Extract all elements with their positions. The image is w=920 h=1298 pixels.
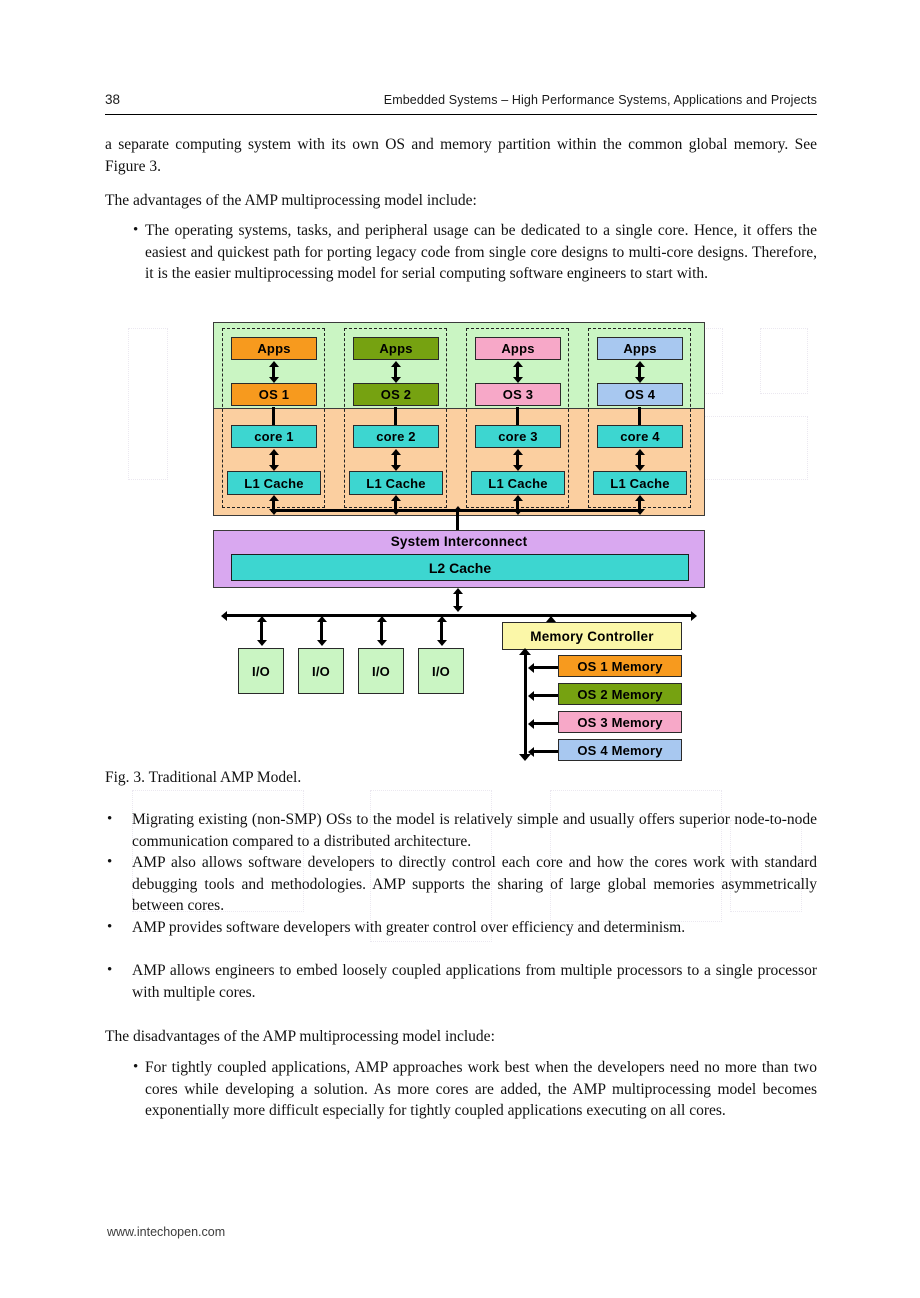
- io-block-3: I/O: [358, 648, 404, 694]
- page-number: 38: [105, 92, 121, 107]
- arrow-os-core-1: [272, 407, 275, 425]
- arrow-os-core-4: [638, 407, 641, 425]
- list-item: • Migrating existing (non-SMP) OSs to th…: [107, 809, 817, 852]
- l1-cache-block-4: L1 Cache: [593, 471, 687, 495]
- running-head: 38 Embedded Systems – High Performance S…: [105, 92, 817, 107]
- l1-cache-block-3: L1 Cache: [471, 471, 565, 495]
- memory-block-2: OS 2 Memory: [558, 683, 682, 705]
- list-item: • AMP provides software developers with …: [107, 917, 817, 939]
- memory-spine-arrow-up: [519, 648, 531, 655]
- l1-cache-block-2: L1 Cache: [349, 471, 443, 495]
- arrow-l1-bus-3: [516, 501, 519, 509]
- advantages-lead: The advantages of the AMP multiprocessin…: [105, 192, 477, 209]
- document-page: 38 Embedded Systems – High Performance S…: [0, 0, 920, 1298]
- footer-url[interactable]: www.intechopen.com: [107, 1225, 225, 1239]
- arrow-memory-1: [534, 666, 558, 669]
- header-rule: [105, 114, 817, 115]
- arrow-bus-io-4: [440, 622, 443, 640]
- apps-block-2: Apps: [353, 337, 439, 360]
- arrow-apps-os-3: [516, 367, 519, 377]
- arrow-memory-2: [534, 694, 558, 697]
- apps-block-4: Apps: [597, 337, 683, 360]
- list-item: • For tightly coupled applications, AMP …: [133, 1057, 817, 1122]
- l1-cache-block-1: L1 Cache: [227, 471, 321, 495]
- figure-caption: Fig. 3. Traditional AMP Model.: [105, 769, 302, 786]
- arrow-bus-io-3: [380, 622, 383, 640]
- io-block-2: I/O: [298, 648, 344, 694]
- l2-cache-block: L2 Cache: [231, 554, 689, 581]
- arrow-os-core-3: [516, 407, 519, 425]
- running-title: Embedded Systems – High Performance Syst…: [383, 93, 817, 107]
- os-block-1: OS 1: [231, 383, 317, 406]
- arrow-bus-interconnect: [456, 512, 459, 530]
- core-block-1: core 1: [231, 425, 317, 448]
- arrow-interconnect-mainbus: [456, 594, 459, 606]
- bullet-marker: •: [107, 962, 113, 978]
- arrow-memory-4: [534, 750, 558, 753]
- disadvantages-lead: The disadvantages of the AMP multiproces…: [105, 1028, 495, 1045]
- list-item-text: AMP provides software developers with gr…: [132, 919, 686, 936]
- intro-paragraph: a separate computing system with its own…: [105, 136, 817, 175]
- arrow-core-l1-4: [638, 455, 641, 465]
- arrow-bus-io-1: [260, 622, 263, 640]
- apps-block-3: Apps: [475, 337, 561, 360]
- arrow-apps-os-1: [272, 367, 275, 377]
- list-item-text: For tightly coupled applications, AMP ap…: [145, 1059, 817, 1119]
- memory-block-1: OS 1 Memory: [558, 655, 682, 677]
- list-item-text: Migrating existing (non-SMP) OSs to the …: [132, 811, 817, 850]
- bullet-marker: •: [133, 1059, 139, 1075]
- core-block-4: core 4: [597, 425, 683, 448]
- os-block-3: OS 3: [475, 383, 561, 406]
- core-block-3: core 3: [475, 425, 561, 448]
- arrow-memory-3: [534, 722, 558, 725]
- memory-block-3: OS 3 Memory: [558, 711, 682, 733]
- bullet-marker: •: [107, 811, 113, 827]
- apps-block-1: Apps: [231, 337, 317, 360]
- io-block-1: I/O: [238, 648, 284, 694]
- io-block-4: I/O: [418, 648, 464, 694]
- arrow-l1-bus-4: [638, 501, 641, 509]
- arrow-os-core-2: [394, 407, 397, 425]
- system-interconnect: System Interconnect L2 Cache: [213, 530, 705, 588]
- memory-spine: [524, 653, 527, 759]
- core-block-2: core 2: [353, 425, 439, 448]
- list-item-text: AMP allows engineers to embed loosely co…: [132, 962, 817, 1001]
- bullet-marker: •: [133, 222, 139, 238]
- figure-amp-model: Apps OS 1 core 1 L1 Cache Apps OS 2 core…: [213, 322, 705, 762]
- list-item: • The operating systems, tasks, and peri…: [133, 220, 817, 285]
- list-item: • AMP also allows software developers to…: [107, 852, 817, 917]
- list-item-text: The operating systems, tasks, and periph…: [145, 222, 817, 282]
- arrow-core-l1-1: [272, 455, 275, 465]
- memory-block-4: OS 4 Memory: [558, 739, 682, 761]
- arrow-core-l1-2: [394, 455, 397, 465]
- memory-controller-block: Memory Controller: [502, 622, 682, 650]
- list-item: • AMP allows engineers to embed loosely …: [107, 960, 817, 1003]
- arrow-l1-bus-2: [394, 501, 397, 509]
- list-item-text: AMP also allows software developers to d…: [132, 854, 817, 914]
- arrow-apps-os-4: [638, 367, 641, 377]
- os-block-4: OS 4: [597, 383, 683, 406]
- arrow-l1-bus-1: [272, 501, 275, 509]
- arrow-apps-os-2: [394, 367, 397, 377]
- arrow-core-l1-3: [516, 455, 519, 465]
- os-block-2: OS 2: [353, 383, 439, 406]
- arrow-bus-io-2: [320, 622, 323, 640]
- bullet-marker: •: [107, 854, 113, 870]
- main-system-bus: [227, 614, 691, 617]
- system-interconnect-label: System Interconnect: [390, 534, 528, 549]
- bullet-marker: •: [107, 919, 113, 935]
